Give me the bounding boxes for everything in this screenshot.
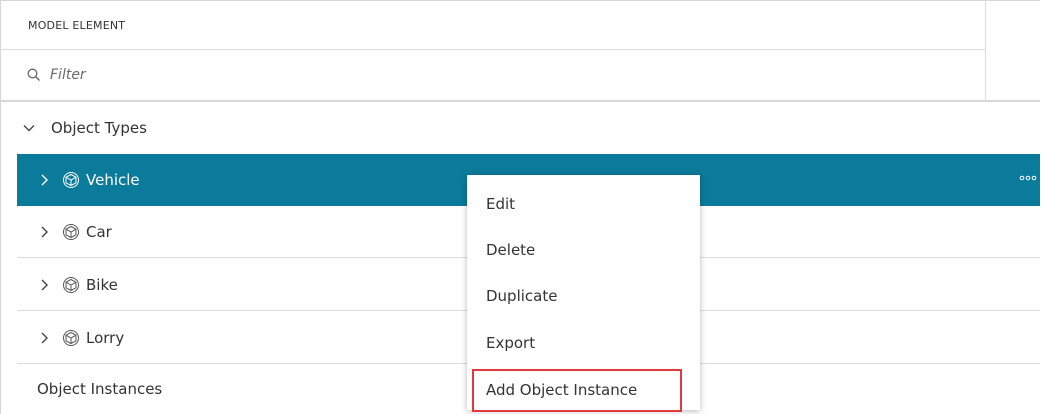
cube-icon: [62, 171, 80, 189]
chevron-right-icon[interactable]: [39, 331, 51, 345]
menu-item-label: Edit: [486, 195, 516, 213]
menu-item-label: Export: [486, 334, 536, 352]
chevron-right-icon[interactable]: [39, 173, 51, 187]
search-icon: [26, 67, 42, 83]
cube-icon: [62, 276, 80, 294]
tree-group-label: Object Types: [51, 119, 147, 137]
chevron-right-icon[interactable]: [39, 278, 51, 292]
filter-input[interactable]: Filter: [50, 67, 86, 83]
tree-item-label: Vehicle: [86, 170, 140, 189]
column-header: MODEL ELEMENT: [1, 1, 986, 50]
menu-item-duplicate[interactable]: Duplicate: [467, 273, 700, 319]
menu-item-label: Duplicate: [486, 287, 558, 305]
tree-item-label: Car: [86, 222, 112, 241]
cube-icon: [62, 329, 80, 347]
menu-item-delete[interactable]: Delete: [467, 227, 700, 273]
menu-item-label: Delete: [486, 241, 536, 259]
chevron-down-icon[interactable]: [22, 121, 36, 135]
menu-item-edit[interactable]: Edit: [467, 181, 700, 227]
menu-item-export[interactable]: Export: [467, 320, 700, 366]
tree-group-object-types[interactable]: Object Types: [1, 102, 1040, 154]
filter-row[interactable]: Filter: [1, 50, 986, 100]
column-header-label: MODEL ELEMENT: [28, 18, 126, 32]
menu-item-add-object-instance[interactable]: Add Object Instance: [467, 367, 700, 413]
tree-item-label: Lorry: [86, 328, 125, 347]
tree-item-label: Object Instances: [37, 380, 163, 398]
more-options-icon[interactable]: [1019, 173, 1037, 183]
menu-item-label: Add Object Instance: [486, 381, 638, 399]
chevron-right-icon[interactable]: [39, 225, 51, 239]
tree-item-label: Bike: [86, 275, 118, 294]
cube-icon: [62, 223, 80, 241]
context-menu: Edit Delete Duplicate Export Add Object …: [467, 175, 700, 410]
